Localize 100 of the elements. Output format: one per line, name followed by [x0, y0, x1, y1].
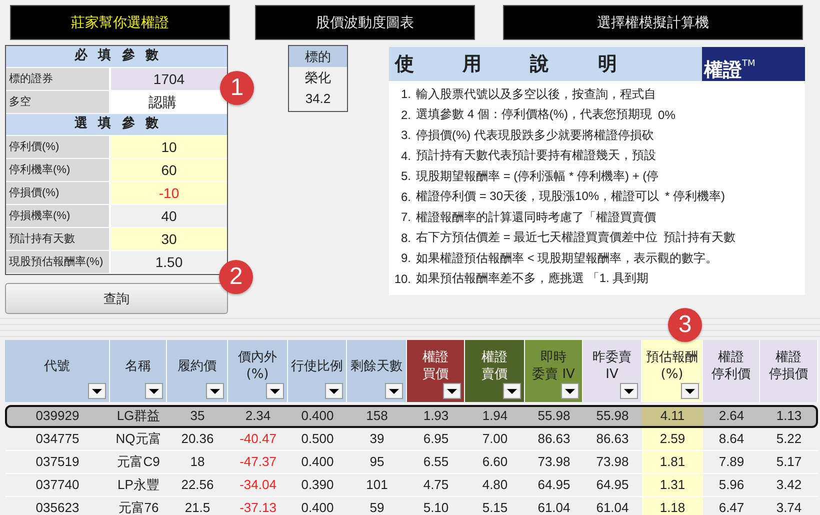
table-cell-text: 2.34: [244, 407, 272, 425]
input-field[interactable]: 10: [111, 136, 227, 158]
table-cell-text: 元富C9: [116, 453, 161, 471]
table-row[interactable]: 035623 元富76 21.5 -37.13 0.400 59 5.10 5.15 61.04 61.04 1.18 6.47 3.74: [5, 497, 818, 515]
stock-name: 榮化: [304, 69, 332, 87]
table-cell-text: NQ元富: [114, 430, 162, 448]
table-cell-text: 64.95: [536, 476, 572, 494]
filter-button[interactable]: [443, 383, 461, 399]
filter-button[interactable]: [620, 383, 638, 399]
table-cell-text: 0.400: [300, 453, 335, 471]
guide-text: 0%: [658, 108, 676, 122]
filter-button[interactable]: [206, 383, 224, 399]
table-cell-text: 元富76: [117, 499, 160, 515]
list-number: 10.: [393, 272, 412, 286]
param-label: 停損價(%): [6, 182, 111, 204]
table-cell-text: 101: [365, 476, 389, 494]
table-row[interactable]: 039929 LG群益 35 2.34 0.400 158 1.93 1.94 55.98 55.98 4.11 2.64 1.13: [5, 405, 818, 428]
table-row[interactable]: 034775 NQ元富 20.36 -40.47 0.500 39 6.95 7.00 86.63 86.63 2.59 8.64 5.22: [5, 428, 818, 451]
param-label: 現股預估報酬率(%): [6, 251, 111, 273]
table-cell-text: 034775: [34, 430, 80, 448]
filter-button[interactable]: [325, 383, 343, 399]
column-header: 代號: [5, 340, 110, 402]
table-cell-text: 86.63: [536, 430, 572, 448]
column-header: 剩餘天數: [347, 340, 407, 402]
nav-button[interactable]: 莊家幫你選權證: [10, 5, 230, 40]
column-header: 權證 賣價: [465, 340, 525, 402]
filter-button[interactable]: [88, 383, 106, 399]
table-cell-text: 6.47: [718, 499, 746, 515]
table-cell-text: 21.5: [184, 499, 212, 515]
table-cell-text: 1.94: [481, 407, 509, 425]
input-field[interactable]: 1704: [111, 68, 227, 90]
nav-button[interactable]: 選擇權模擬計算機: [503, 5, 803, 40]
caret-icon: [565, 388, 575, 394]
caret-icon: [389, 388, 399, 394]
column-header: 價內外 (%): [228, 340, 288, 402]
filter-button[interactable]: [266, 383, 284, 399]
table-cell-text: -37.13: [238, 499, 278, 515]
guide-text: 預計持有天數代表預計要持有權證幾天，預設: [416, 147, 656, 164]
list-number: 9.: [400, 251, 412, 266]
number-badge: 3: [668, 308, 702, 342]
list-number: 5.: [400, 169, 412, 184]
list-number: 6.: [400, 190, 412, 204]
table-row[interactable]: 037740 LP永豐 22.56 -34.04 0.390 101 4.75 4.80 64.95 64.95 1.31 5.96 3.42: [5, 474, 818, 497]
section-header: 必 填 參 數: [6, 46, 227, 68]
table-cell-text: 4.80: [481, 476, 509, 494]
table-cell-text: 3.42: [775, 476, 803, 494]
caret-icon: [624, 388, 634, 394]
input-field[interactable]: -10: [111, 182, 227, 204]
filter-button[interactable]: [145, 383, 163, 399]
caret-icon: [92, 388, 102, 394]
filter-button[interactable]: [385, 383, 403, 399]
table-cell-text: 037740: [34, 476, 80, 494]
column-header: 履約價: [167, 340, 228, 402]
table-cell-text: 8.64: [718, 430, 746, 448]
table-cell-text: 5.10: [422, 499, 450, 515]
table-cell-text: -40.47: [238, 430, 278, 448]
column-header: 名稱: [110, 340, 167, 402]
guide-text: 停損價(%) 代表現股跌多少就要將權證停損砍: [416, 126, 654, 144]
filter-button[interactable]: [503, 383, 521, 399]
column-header: 權證 買價: [407, 340, 465, 402]
caret-icon: [329, 388, 339, 394]
guide-text: * 停利機率): [665, 188, 726, 206]
table-cell-text: 5.15: [481, 499, 509, 515]
input-field[interactable]: 30: [111, 228, 227, 250]
list-number: 1.: [400, 87, 412, 102]
param-label: 多空: [6, 91, 111, 113]
table-cell-text: 22.56: [180, 476, 215, 494]
guide-text: 預計持有天數: [664, 229, 736, 246]
query-button[interactable]: 查詢: [5, 283, 228, 314]
table-cell: 4.11: [642, 405, 703, 427]
guide-text: 右下方預估價差 = 最近七天權證買賣價差中位: [416, 229, 658, 246]
table-cell-text: 0.500: [300, 430, 335, 448]
table-row[interactable]: 037519 元富C9 18 -47.37 0.400 95 6.55 6.60 73.98 73.98 1.81 7.89 5.17: [5, 451, 818, 474]
table-cell-text: 3.74: [775, 499, 803, 515]
stock-price: 34.2: [304, 90, 332, 108]
nav-button[interactable]: 股價波動度圖表: [255, 5, 475, 40]
number-badge: 2: [219, 260, 253, 294]
number-badge: 1: [220, 71, 254, 105]
table-cell-text: 95: [368, 453, 386, 471]
caret-icon: [149, 388, 159, 394]
logo: 權證$^{TM}$: [702, 47, 805, 81]
guide-text: 權證停利價 = 30天後，現股漲10%，權證可以: [416, 188, 660, 206]
guide-text: 如果權證預估報酬率 < 現股期望報酬率，表示觀的數字。: [416, 250, 718, 267]
table-cell-text: 18: [189, 453, 206, 471]
filter-button[interactable]: [681, 383, 699, 399]
table-cell-text: 7.00: [481, 430, 509, 448]
guide-text: 輸入股票代號以及多空以後，按查詢，程式自: [416, 86, 656, 103]
guide-text: 權證報酬率的計算還同時考慮了「權證買賣價: [416, 208, 656, 226]
input-field[interactable]: 60: [111, 159, 227, 181]
table-cell-text: 6.95: [422, 430, 450, 448]
param-label: 停利機率(%): [6, 159, 111, 181]
table-cell: 1.18: [642, 497, 703, 515]
filter-button[interactable]: [561, 383, 579, 399]
table-cell-text: 73.98: [536, 453, 572, 471]
table-cell-text: 0.400: [300, 499, 335, 515]
table-cell: 1.81: [642, 451, 703, 473]
table-cell-text: 20.36: [180, 430, 215, 448]
table-cell-text: 1.13: [775, 407, 803, 425]
param-label: 停損機率(%): [6, 205, 111, 227]
table-cell-text: 55.98: [595, 407, 630, 425]
